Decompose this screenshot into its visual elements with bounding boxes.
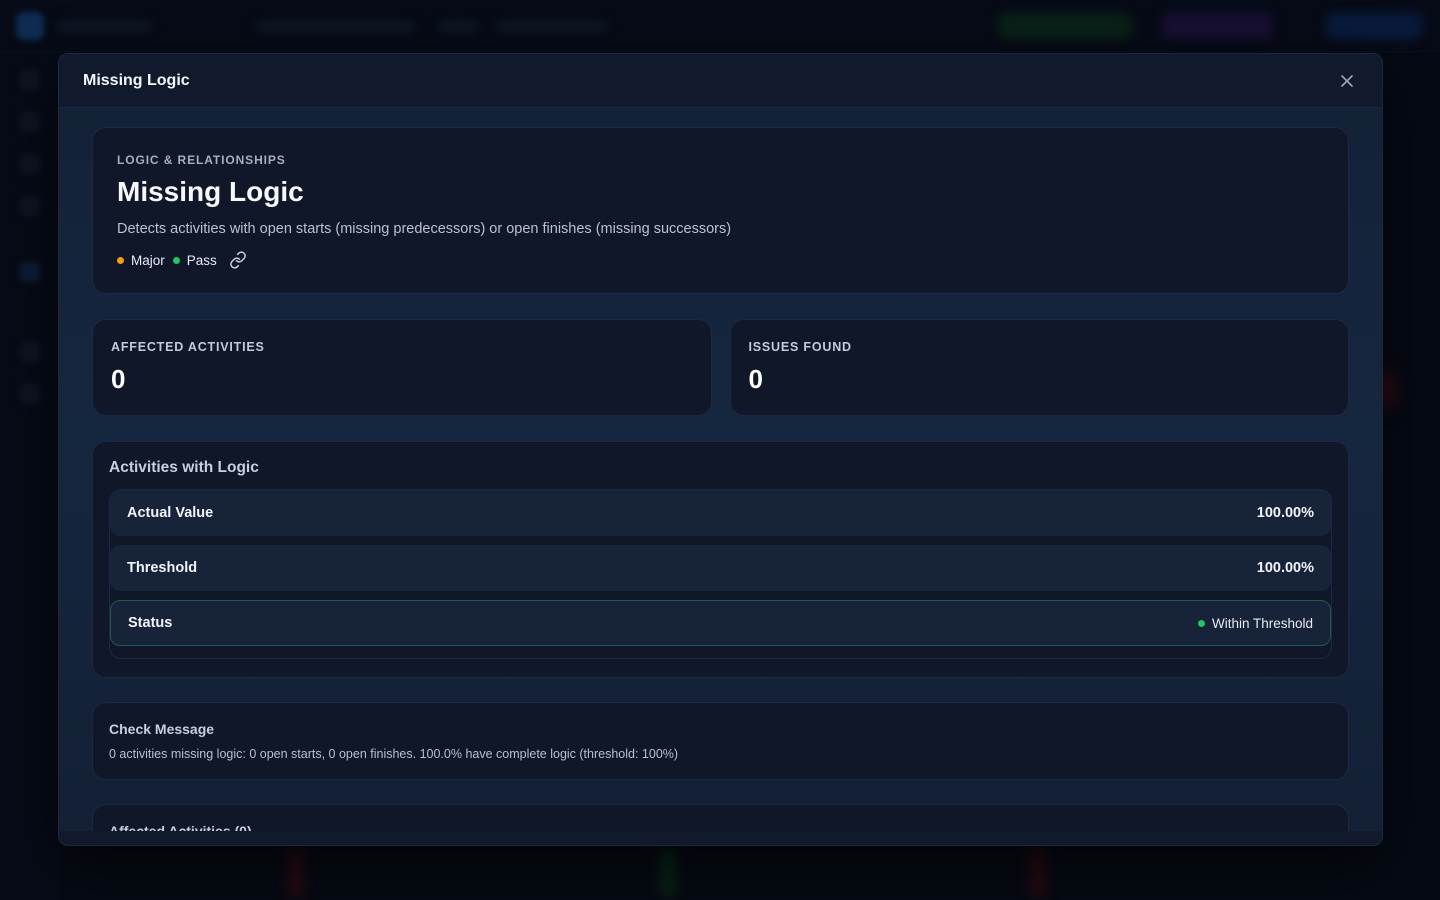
check-message-text: 0 activities missing logic: 0 open start… (109, 747, 679, 761)
check-description: Detects activities with open starts (mis… (117, 221, 732, 237)
actual-value-row: Actual Value 100.00% (110, 490, 1331, 536)
issues-found-label: ISSUES FOUND (748, 340, 852, 354)
section-title: Activities with Logic (109, 459, 259, 476)
severity-dot-icon (117, 256, 124, 264)
check-summary-card: LOGIC & RELATIONSHIPS Missing Logic Dete… (92, 127, 1349, 294)
affected-activities-label: AFFECTED ACTIVITIES (111, 340, 265, 354)
link-icon[interactable] (229, 251, 247, 269)
modal-title: Missing Logic (83, 71, 190, 89)
close-button[interactable] (1336, 70, 1358, 92)
check-category: LOGIC & RELATIONSHIPS (117, 153, 286, 167)
issues-found-card: ISSUES FOUND 0 (729, 319, 1349, 416)
check-message-title: Check Message (109, 721, 215, 737)
row-value: 100.00% (1256, 505, 1314, 521)
metric-list: Actual Value 100.00% Threshold 100.00% S… (109, 489, 1332, 659)
check-message-card: Check Message 0 activities missing logic… (92, 702, 1349, 780)
affected-activities-value: 0 (111, 364, 126, 394)
status-dot-icon (1197, 619, 1205, 627)
status-badge: Within Threshold (1197, 615, 1313, 631)
check-title: Missing Logic (117, 176, 304, 207)
stats-row: AFFECTED ACTIVITIES 0 ISSUES FOUND 0 (92, 319, 1349, 416)
affected-activities-card: AFFECTED ACTIVITIES 0 (92, 319, 712, 416)
severity-badge: Major (117, 253, 165, 268)
affected-activities-title: Affected Activities (0) (109, 823, 252, 831)
check-tags: Major Pass (117, 251, 1324, 269)
affected-activities-section: Affected Activities (0) (92, 804, 1349, 831)
row-label: Actual Value (127, 505, 214, 521)
issues-found-value: 0 (748, 364, 763, 394)
status-row: Status Within Threshold (110, 600, 1331, 646)
row-value: 100.00% (1256, 560, 1314, 576)
severity-label: Major (131, 252, 165, 268)
row-label: Threshold (127, 560, 198, 576)
threshold-row: Threshold 100.00% (110, 545, 1331, 591)
result-dot-icon (172, 256, 180, 264)
activities-with-logic-section: Activities with Logic Actual Value 100.0… (92, 441, 1349, 678)
close-icon (1341, 74, 1353, 87)
result-label: Pass (186, 252, 217, 268)
modal-header: Missing Logic (59, 54, 1382, 108)
status-label: Within Threshold (1211, 615, 1313, 631)
row-label: Status (128, 615, 173, 631)
result-badge: Pass (172, 252, 217, 268)
missing-logic-modal: Missing Logic LOGIC & RELATIONSHIPS Miss… (58, 53, 1383, 846)
modal-body[interactable]: LOGIC & RELATIONSHIPS Missing Logic Dete… (59, 108, 1382, 831)
